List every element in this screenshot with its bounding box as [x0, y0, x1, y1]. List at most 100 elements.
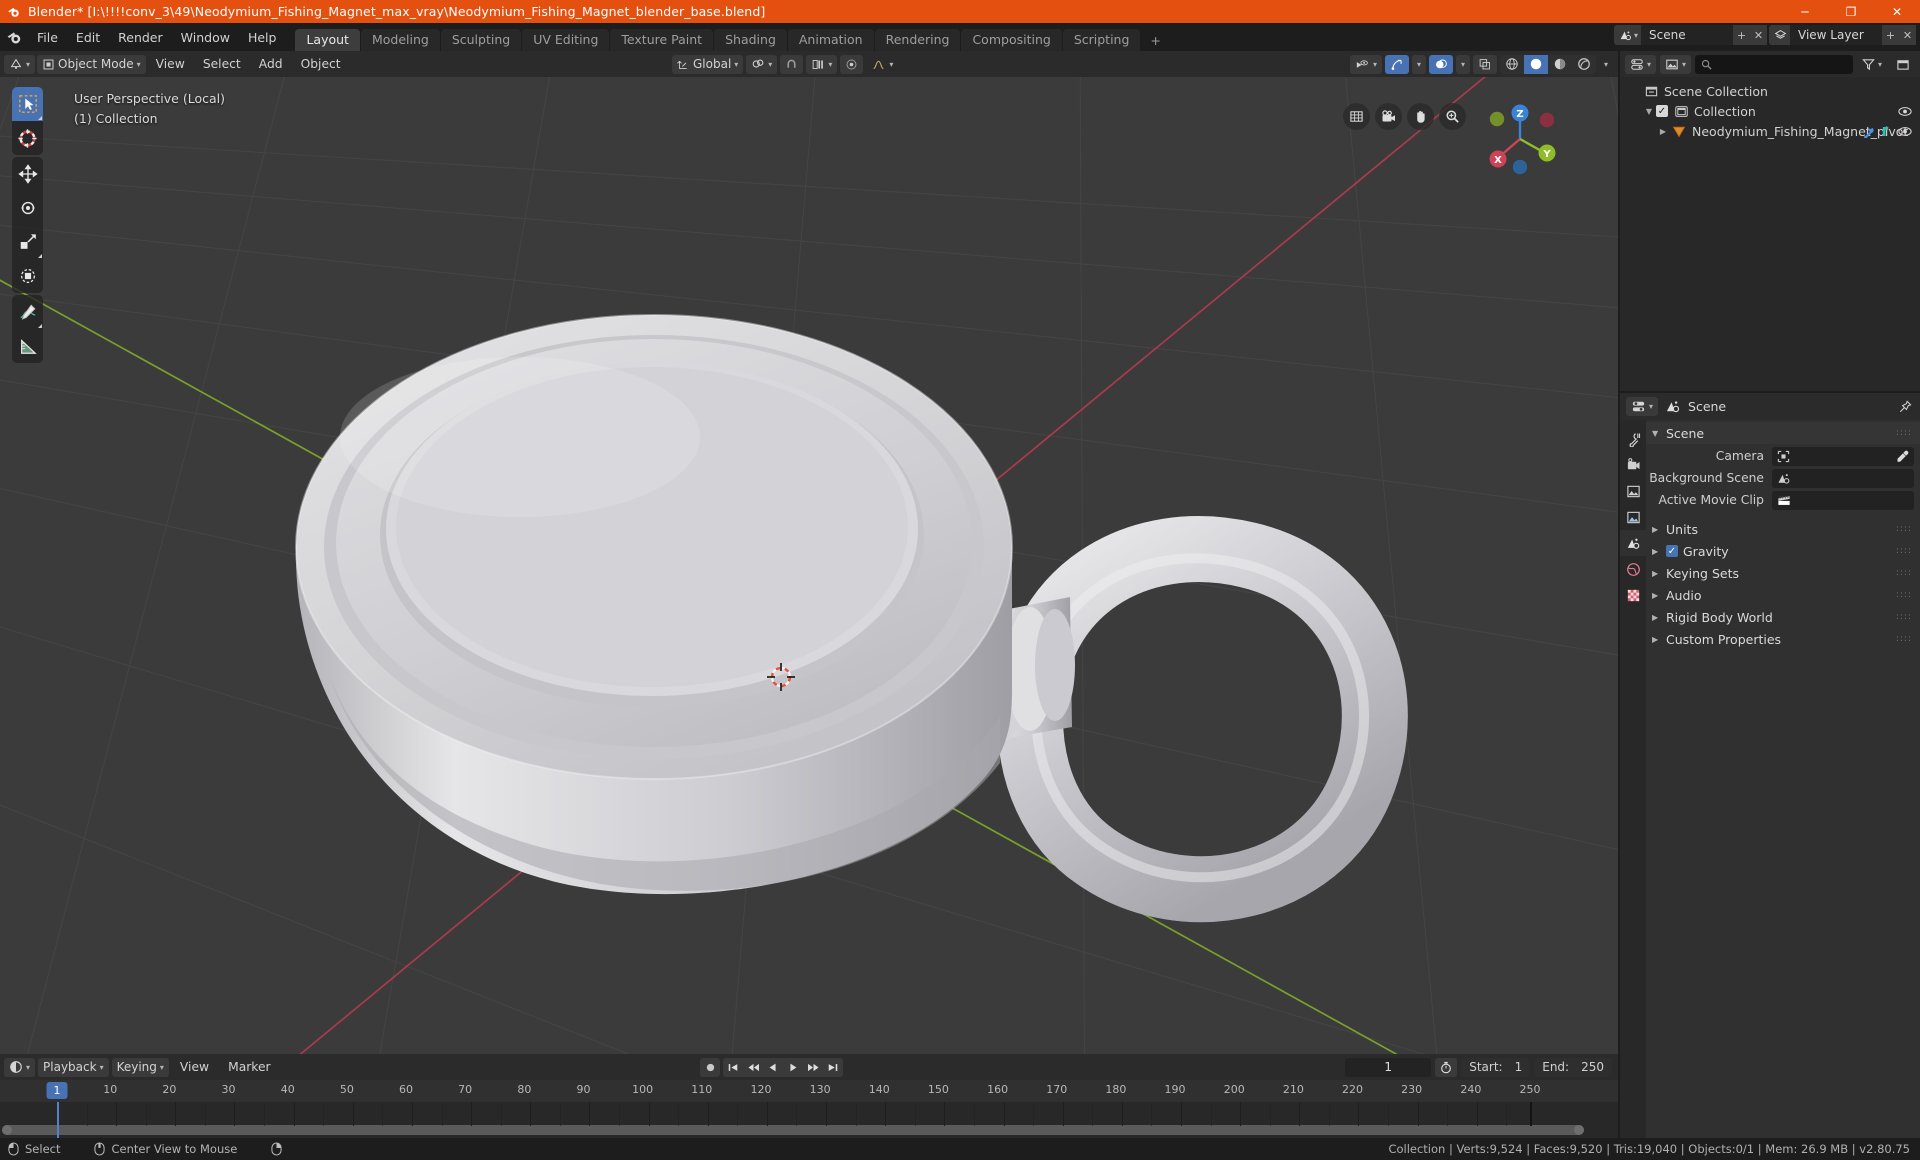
- viewlayer-selector[interactable]: View Layer + ✕: [1769, 25, 1916, 45]
- camera-view-icon[interactable]: [1375, 103, 1402, 130]
- editor-type-selector[interactable]: ▾: [4, 54, 36, 74]
- outliner-new-collection-icon[interactable]: [1891, 55, 1915, 74]
- use-preview-range-button[interactable]: [1435, 1057, 1458, 1077]
- tab-layout[interactable]: Layout: [295, 29, 360, 51]
- mesh-data-icon[interactable]: [1881, 126, 1891, 137]
- timeline-menu-playback[interactable]: Playback ▾: [38, 1057, 109, 1077]
- viewlayer-icon[interactable]: [1769, 25, 1790, 45]
- scene-selector[interactable]: ▾ Scene + ✕: [1613, 25, 1767, 45]
- play-reverse-button[interactable]: [763, 1057, 783, 1077]
- proportional-falloff-selector[interactable]: ▾: [866, 55, 898, 74]
- shading-material[interactable]: [1548, 55, 1572, 74]
- measure-tool[interactable]: [12, 329, 43, 363]
- snap-magnet-icon[interactable]: [780, 54, 804, 74]
- properties-tab-scene[interactable]: [1620, 530, 1646, 556]
- unlink-scene-button[interactable]: ✕: [1750, 25, 1767, 45]
- timeline-menu-marker[interactable]: Marker: [220, 1060, 279, 1074]
- outliner-search-input[interactable]: [1695, 54, 1853, 74]
- gizmo-toggle[interactable]: [1384, 54, 1409, 74]
- navigation-gizmo[interactable]: Z X Y: [1478, 97, 1562, 181]
- tab-shading[interactable]: Shading: [714, 29, 787, 51]
- timeline-editor-type-selector[interactable]: ▾: [4, 1057, 36, 1077]
- tab-rendering[interactable]: Rendering: [874, 29, 961, 51]
- visibility-selector[interactable]: ▾: [1349, 54, 1382, 74]
- properties-tab-render[interactable]: [1620, 452, 1646, 478]
- panel-header-units[interactable]: ▶ Units ::::: [1646, 518, 1920, 540]
- add-workspace-button[interactable]: +: [1141, 29, 1169, 51]
- pan-view-icon[interactable]: [1407, 103, 1434, 130]
- outliner-display-mode-selector[interactable]: ▾: [1660, 54, 1692, 74]
- viewport-menu-add[interactable]: Add: [251, 57, 291, 71]
- menu-file[interactable]: File: [28, 23, 67, 51]
- start-frame-field[interactable]: Start: 1: [1461, 1057, 1531, 1077]
- timeline-menu-keying[interactable]: Keying ▾: [111, 1057, 169, 1077]
- new-scene-button[interactable]: +: [1733, 25, 1750, 45]
- snap-target-selector[interactable]: ▾: [806, 54, 838, 74]
- auto-keying-button[interactable]: [700, 1057, 720, 1077]
- outliner-editor-type-selector[interactable]: ▾: [1625, 54, 1657, 74]
- eyedropper-icon[interactable]: [1896, 450, 1909, 463]
- properties-editor-type-selector[interactable]: ▾: [1626, 397, 1659, 416]
- minimize-button[interactable]: ─: [1782, 0, 1828, 23]
- eye-icon[interactable]: [1898, 126, 1912, 137]
- properties-tab-world[interactable]: [1620, 556, 1646, 582]
- jump-to-start-button[interactable]: [723, 1057, 743, 1077]
- outliner-filter-icon[interactable]: ▾: [1857, 55, 1887, 74]
- viewlayer-name-text[interactable]: View Layer: [1790, 25, 1882, 45]
- shading-solid[interactable]: [1523, 54, 1548, 74]
- tab-scripting[interactable]: Scripting: [1062, 29, 1141, 51]
- menu-help[interactable]: Help: [239, 23, 286, 51]
- new-viewlayer-button[interactable]: +: [1882, 25, 1899, 45]
- outliner-row-object[interactable]: ▶ Neodymium_Fishing_Magnet_pivot: [1620, 121, 1920, 141]
- toggle-ortho-icon[interactable]: [1343, 103, 1370, 130]
- jump-to-end-button[interactable]: [823, 1057, 843, 1077]
- remove-viewlayer-button[interactable]: ✕: [1899, 25, 1916, 45]
- tab-sculpting[interactable]: Sculpting: [440, 29, 522, 51]
- shading-rendered[interactable]: [1572, 55, 1596, 74]
- 3d-viewport[interactable]: User Perspective (Local) (1) Collection: [0, 77, 1618, 1054]
- properties-tab-tool[interactable]: [1620, 426, 1646, 452]
- menu-window[interactable]: Window: [172, 23, 239, 51]
- properties-tab-texture[interactable]: [1620, 582, 1646, 608]
- blender-menu-icon[interactable]: [0, 23, 28, 51]
- proportional-editing-toggle[interactable]: [840, 54, 864, 74]
- panel-header-custom-properties[interactable]: ▶ Custom Properties ::::: [1646, 628, 1920, 650]
- scene-icon[interactable]: ▾: [1613, 25, 1641, 45]
- next-keyframe-button[interactable]: [803, 1057, 823, 1077]
- panel-header-keying-sets[interactable]: ▶ Keying Sets ::::: [1646, 562, 1920, 584]
- background-scene-field[interactable]: [1772, 468, 1914, 488]
- pin-icon[interactable]: [1898, 399, 1912, 414]
- timeline-horizontal-scrollbar[interactable]: [2, 1125, 1584, 1135]
- tab-modeling[interactable]: Modeling: [360, 29, 440, 51]
- prev-keyframe-button[interactable]: [743, 1057, 763, 1077]
- camera-field[interactable]: [1772, 446, 1914, 466]
- properties-tab-output[interactable]: [1620, 478, 1646, 504]
- expand-triangle[interactable]: ▼: [1642, 107, 1656, 116]
- panel-header-rigid-body-world[interactable]: ▶ Rigid Body World ::::: [1646, 606, 1920, 628]
- close-button[interactable]: ✕: [1874, 0, 1920, 23]
- outliner-row-collection[interactable]: ▼ ✓ Collection: [1620, 101, 1920, 121]
- panel-header-audio[interactable]: ▶ Audio ::::: [1646, 584, 1920, 606]
- modifier-wrench-icon[interactable]: [1860, 125, 1874, 138]
- tab-compositing[interactable]: Compositing: [961, 29, 1062, 51]
- collection-checkbox[interactable]: ✓: [1656, 105, 1668, 117]
- menu-edit[interactable]: Edit: [67, 23, 109, 51]
- transform-tool[interactable]: [12, 259, 43, 293]
- cursor-tool[interactable]: [12, 121, 43, 155]
- pivot-point-selector[interactable]: ▾: [746, 54, 778, 74]
- menu-render[interactable]: Render: [109, 23, 172, 51]
- tab-uv-editing[interactable]: UV Editing: [522, 29, 610, 51]
- current-frame-field[interactable]: 1: [1345, 1057, 1432, 1077]
- tab-texture-paint[interactable]: Texture Paint: [610, 29, 714, 51]
- zoom-view-icon[interactable]: [1439, 103, 1466, 130]
- play-button[interactable]: [783, 1057, 803, 1077]
- panel-header-gravity[interactable]: ▶ ✓ Gravity ::::: [1646, 540, 1920, 562]
- gizmo-options-chevron[interactable]: ▾: [1411, 54, 1426, 74]
- overlays-options-chevron[interactable]: ▾: [1455, 54, 1470, 74]
- end-frame-field[interactable]: End: 250: [1534, 1057, 1612, 1077]
- annotate-tool[interactable]: [12, 295, 43, 329]
- properties-tab-viewlayer[interactable]: [1620, 504, 1646, 530]
- timeline-ruler[interactable]: 1 10 20 30 40 50 60 70 80 90 100 110 120 130 140 150 160…: [0, 1080, 1618, 1102]
- timeline-playhead[interactable]: 1: [46, 1082, 68, 1099]
- gravity-checkbox[interactable]: ✓: [1666, 545, 1678, 557]
